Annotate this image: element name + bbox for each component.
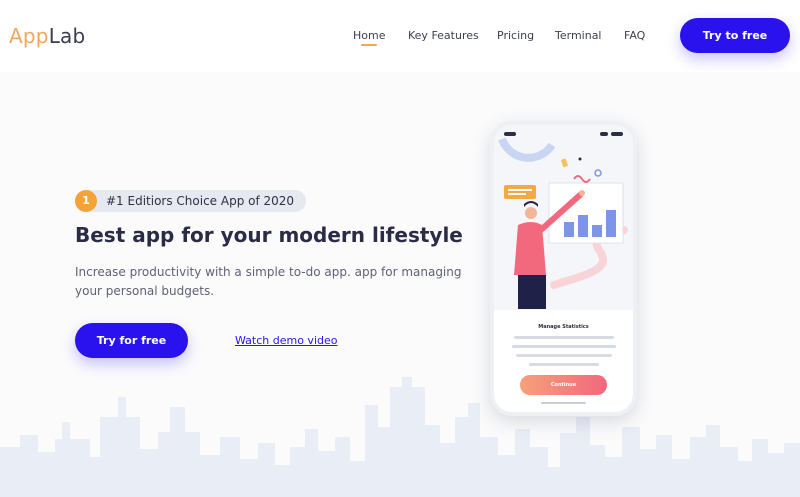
person-illustration	[498, 137, 628, 309]
nav-item-pricing[interactable]: Pricing	[497, 29, 534, 42]
logo-part-lab: Lab	[48, 24, 86, 48]
nav-item-faq[interactable]: FAQ	[624, 29, 645, 42]
award-badge-text: #1 Editiors Choice App of 2020	[106, 194, 295, 208]
nav-item-terminal[interactable]: Terminal	[555, 29, 602, 42]
phone-status-bar	[504, 132, 624, 138]
nav-item-home[interactable]: Home	[353, 29, 385, 42]
medal-icon: 1	[75, 190, 97, 212]
phone-card-title: Manage Statistics	[538, 324, 589, 330]
hero-description: Increase productivity with a simple to-d…	[75, 265, 462, 298]
watch-demo-link[interactable]: Watch demo video	[235, 334, 337, 347]
phone-home-indicator	[541, 402, 586, 404]
phone-mockup: Manage Statistics Continue	[490, 121, 637, 416]
logo-part-app: App	[9, 24, 49, 48]
city-skyline-illustration	[0, 377, 800, 497]
try-for-free-button[interactable]: Try for free	[75, 323, 188, 358]
site-header: AppLab Home Key Features Pricing Termina…	[0, 0, 800, 72]
nav-active-indicator	[361, 44, 377, 46]
phone-card-text	[510, 336, 617, 372]
hero-headline: Best app for your modern lifestyle	[75, 223, 463, 247]
nav-item-key-features[interactable]: Key Features	[408, 29, 479, 42]
phone-continue-button: Continue	[520, 375, 607, 395]
logo[interactable]: AppLab	[9, 24, 85, 48]
phone-illustration-area	[494, 125, 633, 310]
award-badge: 1 #1 Editiors Choice App of 2020	[75, 190, 306, 212]
header-try-button[interactable]: Try to free	[680, 18, 790, 53]
